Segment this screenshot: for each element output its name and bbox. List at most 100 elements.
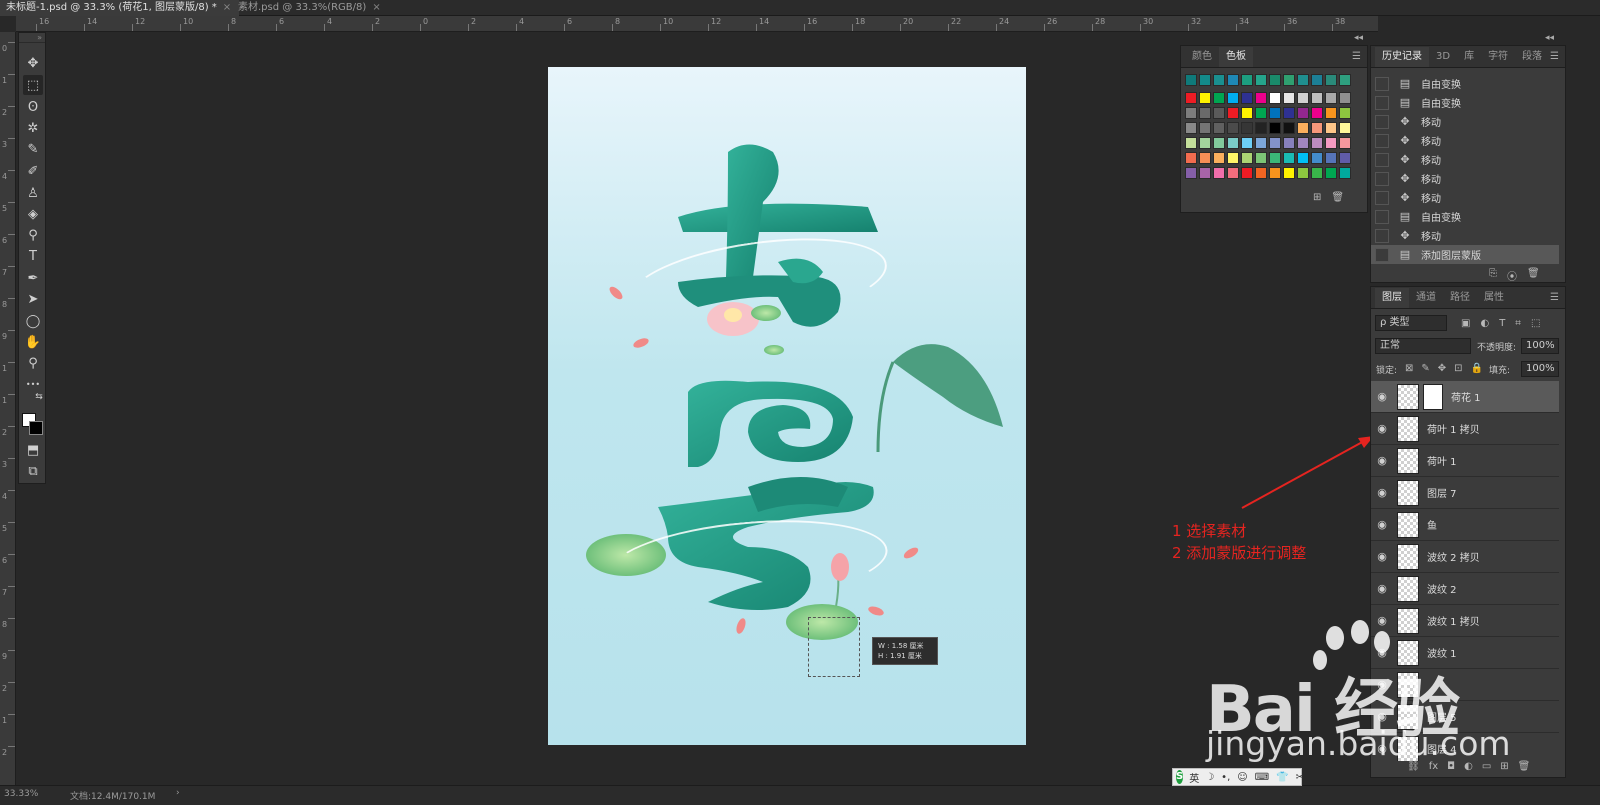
history-state[interactable]: ✥ 移动 [1371,131,1559,150]
history-state[interactable]: ▤ 自由变换 [1371,93,1559,112]
shape-filter-icon[interactable]: ⌗ [1515,318,1521,329]
color-swatch[interactable] [1227,74,1239,86]
panel-menu-icon[interactable]: ☰ [1550,292,1559,303]
color-swatch[interactable] [1255,92,1267,104]
color-swatch[interactable] [1213,74,1225,86]
color-swatch[interactable] [1227,167,1239,179]
hand-tool-icon[interactable]: ✋ [23,332,43,352]
color-swatch[interactable] [1255,122,1267,134]
history-state[interactable]: ✥ 移动 [1371,226,1559,245]
eye-icon[interactable]: ◉ [1371,550,1393,563]
tab-history[interactable]: 历史记录 [1375,47,1429,67]
transform-bounding-box[interactable] [808,617,860,677]
color-swatch[interactable] [1311,92,1323,104]
history-checkbox[interactable] [1375,133,1389,148]
color-swatch[interactable] [1325,122,1337,134]
path-selection-tool-icon[interactable]: ➤ [23,289,43,309]
color-swatch[interactable] [1199,137,1211,149]
color-swatch[interactable] [1283,137,1295,149]
color-swatch[interactable] [1325,107,1337,119]
lock-image-icon[interactable]: ✎ [1421,363,1429,374]
color-swatch[interactable] [1255,167,1267,179]
history-state[interactable]: ✥ 移动 [1371,188,1559,207]
eye-icon[interactable]: ◉ [1371,486,1393,499]
color-swatch[interactable] [1311,74,1323,86]
panel-menu-icon[interactable]: ☰ [1550,51,1559,62]
tab-material[interactable]: 素材.psd @ 33.3%(RGB/8) × [232,0,389,16]
color-swatch[interactable] [1255,107,1267,119]
new-swatch-icon[interactable]: ⊞ [1313,192,1321,203]
brush-tool-icon[interactable]: ✐ [23,161,43,181]
color-swatch[interactable] [1339,152,1351,164]
document-canvas[interactable] [548,67,1026,745]
color-swatch[interactable] [1255,152,1267,164]
history-state[interactable]: ▤ 自由变换 [1371,74,1559,93]
history-checkbox[interactable] [1375,95,1389,110]
history-checkbox[interactable] [1375,247,1389,262]
color-swatch[interactable] [1269,107,1281,119]
color-swatch[interactable] [1241,152,1253,164]
history-state[interactable]: ✥ 移动 [1371,150,1559,169]
eraser-tool-icon[interactable]: ◈ [23,204,43,224]
blend-mode-select[interactable]: 正常 [1375,338,1471,354]
layer-row[interactable]: ◉ 图层 7 [1371,477,1559,509]
color-swatch[interactable] [1199,74,1211,86]
swap-colors-icon[interactable]: ⇆ [33,391,45,403]
color-swatch[interactable] [1185,107,1197,119]
color-swatch[interactable] [1297,92,1309,104]
eyedropper-tool-icon[interactable]: ✎ [23,139,43,159]
color-swatch[interactable] [1311,137,1323,149]
color-swatch[interactable] [1297,137,1309,149]
color-swatch[interactable] [1311,107,1323,119]
color-swatch[interactable] [1269,92,1281,104]
panel-menu-icon[interactable]: ☰ [1352,51,1361,62]
pixel-filter-icon[interactable]: ▣ [1461,318,1470,329]
keyboard-icon[interactable]: ⌨ [1255,772,1269,783]
color-swatch[interactable] [1185,92,1197,104]
color-swatch[interactable] [1227,152,1239,164]
color-swatch[interactable] [1227,107,1239,119]
color-swatch[interactable] [1227,122,1239,134]
tab-properties[interactable]: 属性 [1477,288,1511,308]
color-swatch[interactable] [1255,137,1267,149]
vertical-ruler[interactable]: 0 1 2 3 4 5 6 7 8 9 1 1 2 3 4 5 6 7 8 9 2 1 2 [0,32,16,794]
lock-all-icon[interactable]: 🔒 [1471,363,1483,374]
color-swatch[interactable] [1185,152,1197,164]
layer-row[interactable]: ◉ 鱼 [1371,509,1559,541]
eye-icon[interactable]: ◉ [1371,582,1393,595]
color-swatch[interactable] [1339,122,1351,134]
close-icon[interactable]: × [223,2,231,13]
pen-tool-icon[interactable]: ✒ [23,268,43,288]
color-swatch[interactable] [1241,92,1253,104]
color-swatch[interactable] [1185,167,1197,179]
history-state[interactable]: ▤ 添加图层蒙版 [1371,245,1559,264]
color-swatch[interactable] [1297,152,1309,164]
toolbar-collapse-icon[interactable]: » [19,33,45,43]
layer-row[interactable]: ◉ 荷叶 1 [1371,445,1559,477]
color-swatch[interactable] [1339,107,1351,119]
tab-color[interactable]: 颜色 [1185,47,1219,67]
color-swatch[interactable] [1311,122,1323,134]
type-filter-icon[interactable]: T [1499,318,1505,329]
fill-input[interactable]: 100% [1521,361,1559,377]
zoom-tool-icon[interactable]: ⚲ [23,353,43,373]
zoom-level[interactable]: 33.33% [4,789,38,799]
new-document-from-state-icon[interactable]: ⎘ [1489,268,1497,283]
color-swatch[interactable] [1241,167,1253,179]
history-checkbox[interactable] [1375,209,1389,224]
layer-row[interactable]: ◉ 荷叶 1 拷贝 [1371,413,1559,445]
color-swatch[interactable] [1339,137,1351,149]
color-swatch[interactable] [1199,167,1211,179]
color-swatch[interactable] [1199,107,1211,119]
tab-3d[interactable]: 3D [1429,47,1457,67]
background-color-swatch[interactable] [29,421,43,435]
color-swatch[interactable] [1311,167,1323,179]
quick-mask-icon[interactable]: ⬒ [23,440,43,460]
emoji-icon[interactable]: ☺ [1237,772,1247,783]
tab-paths[interactable]: 路径 [1443,288,1477,308]
color-swatch[interactable] [1283,122,1295,134]
ellipse-tool-icon[interactable]: ◯ [23,311,43,331]
moon-icon[interactable]: ☽ [1205,772,1214,783]
color-swatch[interactable] [1297,107,1309,119]
color-swatch[interactable] [1325,167,1337,179]
